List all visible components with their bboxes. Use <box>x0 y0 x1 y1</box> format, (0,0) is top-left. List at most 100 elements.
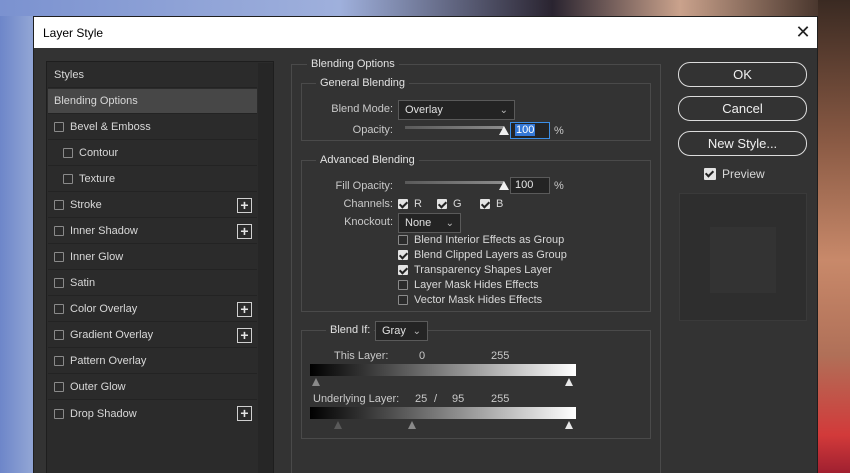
blend-mode-select[interactable]: Overlay ⌄ <box>398 100 515 120</box>
checkbox-icon[interactable] <box>398 265 408 275</box>
style-item-label: Inner Shadow <box>70 225 138 237</box>
opacity-slider-thumb[interactable] <box>499 126 509 135</box>
channel-r-checkbox[interactable]: R <box>398 198 422 210</box>
style-item-label: Color Overlay <box>70 303 138 315</box>
checkbox-icon[interactable] <box>54 252 64 262</box>
plus-icon[interactable]: + <box>237 302 252 317</box>
this-layer-label: This Layer: <box>334 350 389 362</box>
layer-mask-hides-checkbox[interactable]: Layer Mask Hides Effects <box>398 279 539 291</box>
checkbox-icon[interactable] <box>54 330 64 340</box>
channel-g-label: G <box>453 198 462 210</box>
this-layer-gradient <box>310 364 576 376</box>
option-label: Transparency Shapes Layer <box>414 264 552 276</box>
checkbox-icon[interactable] <box>398 295 408 305</box>
percent-sign: % <box>554 180 564 192</box>
checkbox-icon[interactable] <box>54 356 64 366</box>
checkbox-icon[interactable] <box>437 199 447 209</box>
style-item-contour[interactable]: Contour <box>48 141 257 166</box>
checkbox-icon[interactable] <box>54 408 64 419</box>
plus-icon[interactable]: + <box>237 406 252 421</box>
transparency-shapes-checkbox[interactable]: Transparency Shapes Layer <box>398 264 552 276</box>
style-item-label: Contour <box>79 147 119 159</box>
style-item-pattern-overlay[interactable]: Pattern Overlay <box>48 349 257 374</box>
vector-mask-hides-checkbox[interactable]: Vector Mask Hides Effects <box>398 294 542 306</box>
style-item-styles[interactable]: Styles <box>48 63 257 88</box>
plus-icon[interactable]: + <box>237 328 252 343</box>
knockout-select[interactable]: None ⌄ <box>398 213 461 233</box>
style-item-label: Drop Shadow <box>70 407 137 420</box>
checkbox-icon[interactable] <box>398 280 408 290</box>
fill-opacity-slider-track[interactable] <box>405 181 504 184</box>
underlying-layer-gradient <box>310 407 576 419</box>
chevron-down-icon: ⌄ <box>412 326 421 337</box>
style-item-blending-options[interactable]: Blending Options <box>48 89 257 114</box>
plus-icon[interactable]: + <box>237 224 252 239</box>
plus-icon[interactable]: + <box>237 198 252 213</box>
checkbox-icon[interactable] <box>398 235 408 245</box>
underlying-black-slider-right[interactable] <box>408 421 416 429</box>
opacity-input[interactable]: 100 <box>510 122 550 139</box>
checkbox-icon[interactable] <box>398 250 408 260</box>
general-blending-title: General Blending <box>316 77 410 89</box>
preview-checkbox[interactable]: Preview <box>704 167 765 181</box>
option-label: Vector Mask Hides Effects <box>414 294 543 306</box>
style-item-label: Outer Glow <box>70 381 126 393</box>
style-item-label: Pattern Overlay <box>70 355 147 367</box>
checkbox-icon[interactable] <box>63 174 73 184</box>
close-icon[interactable]: ✕ <box>794 23 812 41</box>
style-item-stroke[interactable]: Stroke + <box>48 193 257 218</box>
checkbox-icon[interactable] <box>54 382 64 392</box>
checkbox-icon[interactable] <box>54 200 64 210</box>
section-title: Blending Options <box>307 58 399 70</box>
checkbox-icon[interactable] <box>54 304 64 314</box>
checkbox-icon[interactable] <box>398 199 408 209</box>
layer-style-dialog: Layer Style ✕ Styles Blending Options Be… <box>33 16 818 473</box>
cancel-button[interactable]: Cancel <box>678 96 807 121</box>
style-item-outer-glow[interactable]: Outer Glow <box>48 375 257 400</box>
blend-if-select[interactable]: Gray ⌄ <box>375 321 428 341</box>
channel-b-checkbox[interactable]: B <box>480 198 503 210</box>
opacity-value: 100 <box>515 124 536 136</box>
knockout-value: None <box>405 217 432 229</box>
opacity-slider-track[interactable] <box>405 126 504 129</box>
this-layer-black-slider[interactable] <box>312 378 320 386</box>
blend-interior-effects-checkbox[interactable]: Blend Interior Effects as Group <box>398 234 564 246</box>
fill-opacity-value: 100 <box>515 179 534 191</box>
style-item-drop-shadow[interactable]: Drop Shadow + <box>48 401 257 426</box>
option-label: Blend Clipped Layers as Group <box>414 249 567 261</box>
style-item-label: Stroke <box>70 199 102 211</box>
checkbox-icon[interactable] <box>704 168 716 180</box>
fill-opacity-slider-thumb[interactable] <box>499 181 509 190</box>
blend-if-value: Gray <box>382 325 406 337</box>
style-item-bevel-emboss[interactable]: Bevel & Emboss <box>48 115 257 140</box>
checkbox-icon[interactable] <box>54 278 64 288</box>
option-label: Layer Mask Hides Effects <box>414 279 539 291</box>
style-item-color-overlay[interactable]: Color Overlay + <box>48 297 257 322</box>
style-item-label: Gradient Overlay <box>70 329 154 341</box>
style-item-inner-glow[interactable]: Inner Glow <box>48 245 257 270</box>
channels-label: Channels: <box>343 198 393 210</box>
chevron-down-icon: ⌄ <box>499 105 508 116</box>
checkbox-icon[interactable] <box>480 199 490 209</box>
style-item-inner-shadow[interactable]: Inner Shadow + <box>48 219 257 244</box>
background-image-right <box>818 0 850 473</box>
new-style-button[interactable]: New Style... <box>678 131 807 156</box>
checkbox-icon[interactable] <box>63 148 73 158</box>
channel-g-checkbox[interactable]: G <box>437 198 462 210</box>
underlying-white-slider[interactable] <box>565 421 573 429</box>
style-item-satin[interactable]: Satin <box>48 271 257 296</box>
style-item-texture[interactable]: Texture <box>48 167 257 192</box>
checkbox-icon[interactable] <box>54 226 64 236</box>
this-layer-white-slider[interactable] <box>565 378 573 386</box>
blend-clipped-layers-checkbox[interactable]: Blend Clipped Layers as Group <box>398 249 567 261</box>
ok-button[interactable]: OK <box>678 62 807 87</box>
styles-list: Styles Blending Options Bevel & Emboss C… <box>46 61 274 473</box>
style-item-label: Texture <box>79 173 116 185</box>
underlying-black-slider-left[interactable] <box>334 421 342 429</box>
checkbox-icon[interactable] <box>54 122 64 132</box>
style-item-gradient-overlay[interactable]: Gradient Overlay + <box>48 323 257 348</box>
option-label: Blend Interior Effects as Group <box>414 234 565 246</box>
styles-scrollbar[interactable] <box>258 63 273 473</box>
preview-thumbnail <box>679 193 807 321</box>
fill-opacity-input[interactable]: 100 <box>510 177 550 194</box>
